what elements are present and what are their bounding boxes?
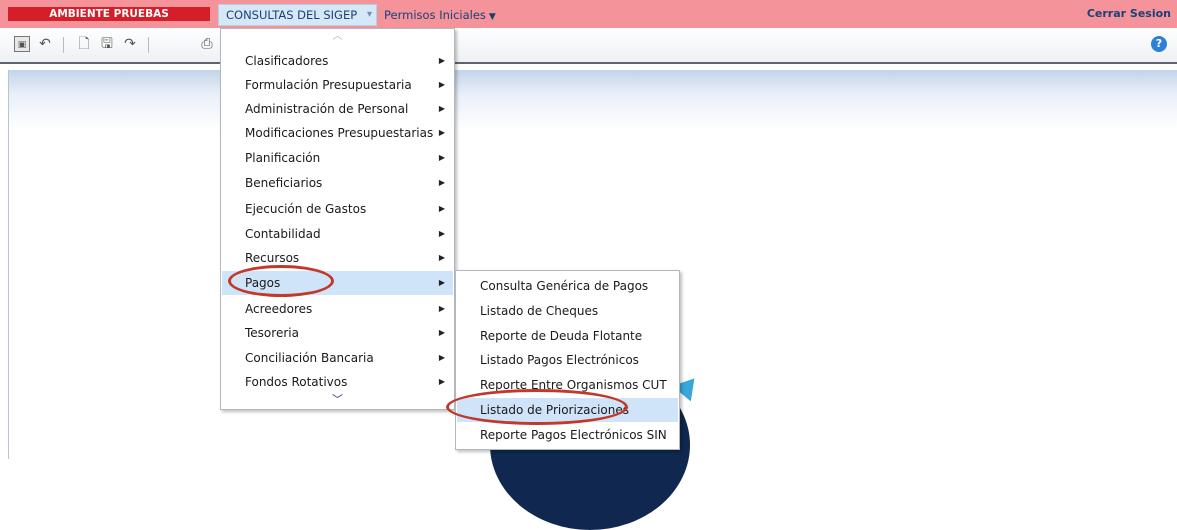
scroll-up-icon[interactable]: ︿ <box>221 32 454 42</box>
top-menubar: AMBIENTE PRUEBAS CONSULTAS DEL SIGEP ▾ P… <box>0 0 1177 28</box>
submenu-arrow-icon: ▶ <box>438 56 445 65</box>
menu-item-fondos-rotativos[interactable]: Fondos Rotativos ▶ <box>222 370 453 394</box>
menu-item-label: Modificaciones Presupuestarias <box>245 126 434 140</box>
submenu-item-deuda-flotante[interactable]: Reporte de Deuda Flotante <box>457 324 678 348</box>
menu-item-label: Formulación Presupuestaria <box>245 78 412 92</box>
submenu-item-pagos-electronicos-sin[interactable]: Reporte Pagos Electrónicos SIN <box>457 423 678 447</box>
submenu-arrow-icon: ▶ <box>438 178 445 187</box>
submenu-item-label: Reporte Pagos Electrónicos SIN <box>480 428 667 442</box>
caret-down-icon: ▼ <box>488 12 496 22</box>
submenu-item-label: Reporte Entre Organismos CUT <box>480 378 667 392</box>
submenu-item-listado-cheques[interactable]: Listado de Cheques <box>457 299 678 323</box>
menu-item-recursos[interactable]: Recursos ▶ <box>222 246 453 270</box>
toolbar-divider <box>63 37 64 53</box>
menu-item-beneficiarios[interactable]: Beneficiarios ▶ <box>222 171 453 195</box>
submenu-arrow-icon: ▶ <box>438 80 445 89</box>
submenu-arrow-icon: ▶ <box>438 128 445 137</box>
submenu-arrow-icon: ▶ <box>438 377 445 386</box>
menu-item-clasificadores[interactable]: Clasificadores ▶ <box>222 49 453 73</box>
submenu-arrow-icon: ▶ <box>438 353 445 362</box>
submenu-item-label: Listado Pagos Electrónicos <box>480 353 639 367</box>
scroll-down-icon[interactable]: ﹀ <box>221 394 454 405</box>
toolbar-divider <box>148 37 149 53</box>
menu-item-modificaciones[interactable]: Modificaciones Presupuestarias ▶ <box>222 121 453 145</box>
submenu-arrow-icon: ▶ <box>438 104 445 113</box>
toolbar: ▣ ↶ 🗋 🖫 ↷ ⎙ ? <box>0 28 1177 64</box>
submenu-arrow-icon: ▶ <box>438 328 445 337</box>
menu-item-administracion-personal[interactable]: Administración de Personal ▶ <box>222 97 453 121</box>
submenu-item-label: Listado de Cheques <box>480 304 599 318</box>
menu-item-label: Recursos <box>245 251 300 265</box>
menu-item-ejecucion-gastos[interactable]: Ejecución de Gastos ▶ <box>222 197 453 221</box>
menu-item-pagos[interactable]: Pagos ▶ <box>222 271 453 295</box>
menu-item-planificacion[interactable]: Planificación ▶ <box>222 146 453 170</box>
menu-consultas-label: CONSULTAS DEL SIGEP <box>226 8 358 22</box>
menu-item-label: Acreedores <box>245 302 313 316</box>
menu-item-label: Administración de Personal <box>245 102 409 116</box>
menu-item-label: Fondos Rotativos <box>245 375 348 389</box>
save-icon[interactable]: 🖫 <box>99 36 115 52</box>
submenu-arrow-icon: ▶ <box>438 278 445 287</box>
chevron-down-icon: ▾ <box>366 9 372 20</box>
submenu-item-priorizaciones[interactable]: Listado de Priorizaciones <box>457 398 678 422</box>
submenu-item-consulta-generica[interactable]: Consulta Genérica de Pagos <box>457 274 678 298</box>
menu-item-label: Pagos <box>245 276 281 290</box>
undo-icon[interactable]: ↶ <box>37 36 53 52</box>
submenu-item-label: Listado de Priorizaciones <box>480 403 629 417</box>
submenu-arrow-icon: ▶ <box>438 153 445 162</box>
logout-link[interactable]: Cerrar Sesion <box>1087 7 1171 20</box>
screen-icon[interactable]: ▣ <box>14 36 30 52</box>
menu-item-formulacion[interactable]: Formulación Presupuestaria ▶ <box>222 73 453 97</box>
menu-item-label: Clasificadores <box>245 54 329 68</box>
menu-item-contabilidad[interactable]: Contabilidad ▶ <box>222 222 453 246</box>
menu-permisos-label: Permisos Iniciales <box>384 8 486 22</box>
menu-item-label: Contabilidad <box>245 227 321 241</box>
submenu-arrow-icon: ▶ <box>438 229 445 238</box>
submenu-arrow-icon: ▶ <box>438 304 445 313</box>
submenu-item-label: Reporte de Deuda Flotante <box>480 329 643 343</box>
menu-item-label: Conciliación Bancaria <box>245 351 374 365</box>
submenu-arrow-icon: ▶ <box>438 253 445 262</box>
menu-item-label: Ejecución de Gastos <box>245 202 367 216</box>
redo-icon[interactable]: ↷ <box>122 36 138 52</box>
environment-badge: AMBIENTE PRUEBAS <box>8 7 210 21</box>
menu-item-acreedores[interactable]: Acreedores ▶ <box>222 297 453 321</box>
pagos-submenu: Consulta Genérica de Pagos Listado de Ch… <box>455 270 680 450</box>
menu-permisos-iniciales[interactable]: Permisos Iniciales ▼ <box>384 4 496 26</box>
menu-item-label: Beneficiarios <box>245 176 323 190</box>
print-icon[interactable]: ⎙ <box>199 36 215 52</box>
menu-consultas-sigep[interactable]: CONSULTAS DEL SIGEP ▾ <box>218 4 377 26</box>
menu-item-label: Planificación <box>245 151 321 165</box>
menu-item-label: Tesoreria <box>245 326 299 340</box>
new-document-icon[interactable]: 🗋 <box>76 36 92 52</box>
menu-item-conciliacion[interactable]: Conciliación Bancaria ▶ <box>222 346 453 370</box>
menu-item-tesoreria[interactable]: Tesoreria ▶ <box>222 321 453 345</box>
submenu-arrow-icon: ▶ <box>438 204 445 213</box>
help-icon[interactable]: ? <box>1151 36 1167 52</box>
submenu-item-label: Consulta Genérica de Pagos <box>480 279 649 293</box>
submenu-item-pagos-electronicos[interactable]: Listado Pagos Electrónicos <box>457 348 678 372</box>
consultas-dropdown: ︿ Clasificadores ▶ Formulación Presupuest… <box>220 28 455 410</box>
submenu-item-entre-organismos[interactable]: Reporte Entre Organismos CUT <box>457 373 678 397</box>
